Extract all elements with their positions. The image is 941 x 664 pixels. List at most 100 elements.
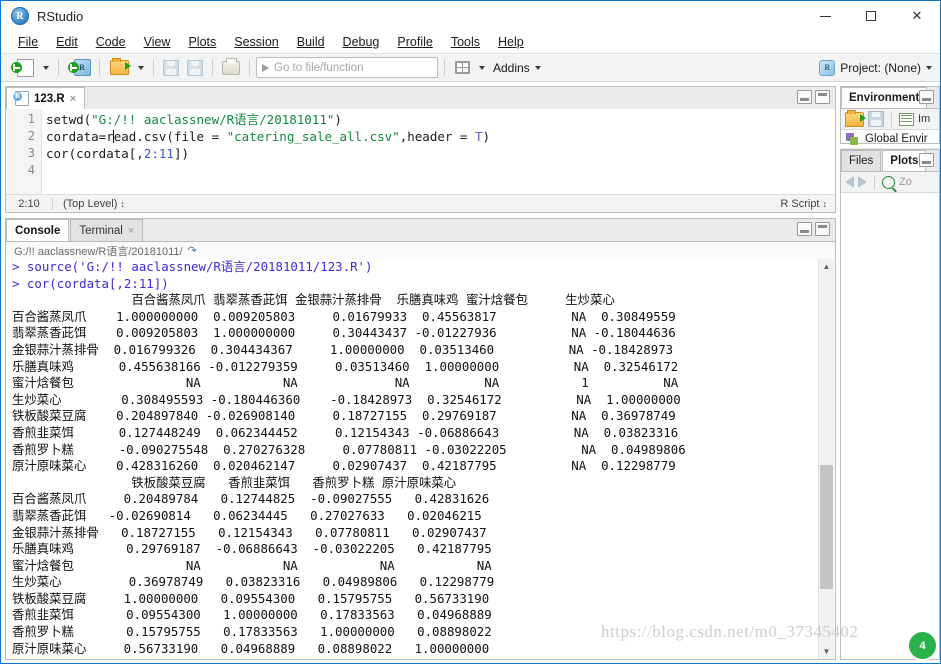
close-icon[interactable]: × xyxy=(70,93,76,105)
tab-environment[interactable]: Environment xyxy=(841,87,928,108)
code-line-3: cor(cordata[,2:11]) xyxy=(46,145,833,162)
code-lines: setwd("G:/!! aaclassnew/R语言/20181011") c… xyxy=(46,111,833,179)
goto-file-function-input[interactable]: Go to file/function xyxy=(256,57,438,78)
plot-forward-icon[interactable] xyxy=(858,176,867,188)
code-text: ,header = xyxy=(399,129,475,144)
scroll-down-icon[interactable]: ▼ xyxy=(819,644,834,658)
console-line: 原汁原味菜心 0.428316260 0.020462147 0.0290743… xyxy=(12,458,676,474)
code-string: "G:/!! aaclassnew/R语言/20181011" xyxy=(91,112,335,127)
new-file-dropdown[interactable] xyxy=(39,57,52,78)
minimize-pane-button[interactable] xyxy=(797,222,812,236)
menu-session-label: Session xyxy=(234,35,279,49)
menu-file[interactable]: File xyxy=(9,33,47,51)
tab-files[interactable]: Files xyxy=(841,150,882,171)
code-editor[interactable]: 1 2 3 4 setwd("G:/!! aaclassnew/R语言/2018… xyxy=(6,109,835,194)
console-line: 百合酱蒸凤爪 1.000000000 0.009205803 0.0167993… xyxy=(12,308,676,324)
console-line: > source('G:/!! aaclassnew/R语言/20181011/… xyxy=(12,259,373,274)
maximize-pane-button[interactable] xyxy=(815,90,830,104)
close-icon[interactable]: × xyxy=(128,225,134,237)
console-prompt: > xyxy=(12,657,19,659)
menu-debug[interactable]: Debug xyxy=(334,33,389,51)
console-scrollbar[interactable]: ▲ ▼ xyxy=(818,259,834,658)
print-button[interactable] xyxy=(219,57,243,78)
new-file-button[interactable] xyxy=(7,57,37,78)
menu-view[interactable]: View xyxy=(135,33,180,51)
console-prompt-line: > xyxy=(6,657,835,659)
console-line: 乐膳真味鸡 0.29769187 -0.06886643 -0.03022205… xyxy=(12,541,492,557)
menu-help-label: Help xyxy=(498,35,524,49)
doc-type-selector[interactable]: R Script ↕ xyxy=(780,198,835,210)
zoom-icon[interactable] xyxy=(882,175,895,189)
console-pane-controls xyxy=(797,222,830,236)
scope-label: (Top Level) xyxy=(63,197,118,210)
console-line: 铁板酸菜豆腐 香煎韭菜饵 香煎罗卜糕 原汁原味菜心 xyxy=(12,474,457,490)
menu-build[interactable]: Build xyxy=(288,33,334,51)
console-line: 蜜汁焓餐包 NA NA NA NA xyxy=(12,557,492,573)
maximize-button[interactable] xyxy=(848,1,894,31)
cursor-position: 2:10 xyxy=(18,197,40,210)
minimize-button[interactable] xyxy=(802,1,848,31)
toolbar-divider xyxy=(891,111,892,127)
editor-tab-label: 123.R xyxy=(34,92,65,105)
project-selector[interactable]: R Project: (None) xyxy=(819,59,932,76)
workspace-panes-button[interactable] xyxy=(451,57,473,78)
save-button[interactable] xyxy=(160,57,182,78)
console-line: 蜜汁焓餐包 NA NA NA NA 1 NA xyxy=(12,375,679,391)
workspace: 123.R × xyxy=(1,84,940,663)
minimize-pane-button[interactable] xyxy=(797,90,812,104)
console-output[interactable]: > source('G:/!! aaclassnew/R语言/20181011/… xyxy=(6,259,835,659)
open-file-dropdown[interactable] xyxy=(134,57,147,78)
menu-help[interactable]: Help xyxy=(489,33,533,51)
close-button[interactable]: ✕ xyxy=(894,1,940,31)
open-file-button[interactable] xyxy=(106,57,132,78)
addins-dropdown[interactable] xyxy=(532,57,545,78)
editor-status-bar: 2:10 (Top Level) ↕ R Script ↕ xyxy=(6,194,835,212)
panes-grid-icon xyxy=(454,61,470,74)
scrollbar-thumb[interactable] xyxy=(820,465,833,589)
main-toolbar: R Go to file/function Addins R Project: … xyxy=(1,53,940,82)
menu-view-label: View xyxy=(143,35,171,49)
load-workspace-icon[interactable] xyxy=(845,109,866,127)
toolbar-divider xyxy=(874,174,875,190)
code-text: ]) xyxy=(173,146,190,161)
editor-tab-bar: 123.R × xyxy=(6,87,835,110)
code-logical: T xyxy=(474,129,483,144)
tab-console[interactable]: Console xyxy=(6,219,70,241)
import-dataset-icon[interactable] xyxy=(899,112,914,126)
toolbar-divider xyxy=(249,59,250,76)
source-editor-pane: 123.R × xyxy=(5,86,836,213)
tab-terminal[interactable]: Terminal × xyxy=(70,219,144,241)
maximize-pane-button[interactable] xyxy=(815,222,830,236)
scope-selector[interactable]: (Top Level) ↕ xyxy=(53,198,125,210)
editor-tab-123r[interactable]: 123.R × xyxy=(6,87,86,109)
updown-icon: ↕ xyxy=(120,198,125,209)
addins-button[interactable]: Addins xyxy=(490,61,530,75)
menu-edit[interactable]: Edit xyxy=(47,33,87,51)
minimize-pane-button[interactable] xyxy=(919,90,934,104)
menu-tools[interactable]: Tools xyxy=(442,33,489,51)
save-workspace-icon[interactable] xyxy=(868,111,884,127)
rstudio-window: R RStudio ✕ File Edit Code View Plots Se… xyxy=(0,0,941,664)
code-line-1: setwd("G:/!! aaclassnew/R语言/20181011") xyxy=(46,111,833,128)
folder-open-icon xyxy=(109,58,131,75)
environment-scope-selector[interactable]: Global Envir xyxy=(841,130,939,149)
code-text: ead.csv(file = xyxy=(113,129,227,144)
scroll-up-icon[interactable]: ▲ xyxy=(819,259,834,273)
console-line: 百合酱蒸凤爪 0.20489784 0.12744825 -0.09027555… xyxy=(12,491,490,507)
menu-profile[interactable]: Profile xyxy=(388,33,441,51)
menu-plots[interactable]: Plots xyxy=(179,33,225,51)
console-line: 生炒菜心 0.36978749 0.03823316 0.04989806 0.… xyxy=(12,574,495,590)
menu-session[interactable]: Session xyxy=(225,33,287,51)
title-bar: R RStudio ✕ xyxy=(1,1,940,31)
console-line: 金银蒜汁蒸排骨 0.016799326 0.304434367 1.000000… xyxy=(12,341,674,357)
toolbar-divider xyxy=(99,59,100,76)
menu-code[interactable]: Code xyxy=(87,33,135,51)
minimize-pane-button[interactable] xyxy=(919,153,934,167)
line-number: 4 xyxy=(27,163,35,177)
workspace-panes-dropdown[interactable] xyxy=(475,57,488,78)
save-all-button[interactable] xyxy=(184,57,206,78)
new-project-button[interactable]: R xyxy=(65,57,93,78)
plot-back-icon[interactable] xyxy=(845,176,854,188)
view-working-dir-icon[interactable]: ↷ xyxy=(188,244,197,257)
